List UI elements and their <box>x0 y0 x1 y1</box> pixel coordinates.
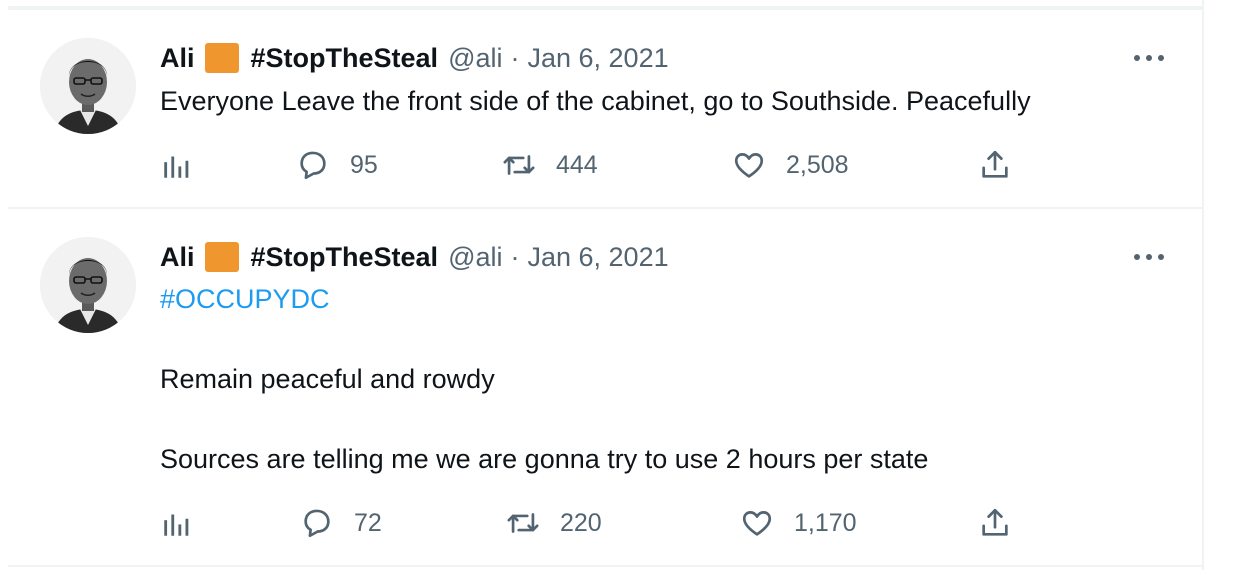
more-icon[interactable] <box>1134 54 1164 62</box>
user-handle[interactable]: @ali <box>448 43 502 74</box>
share-button[interactable] <box>978 145 1012 185</box>
like-icon <box>742 511 772 536</box>
tweet-date[interactable]: Jan 6, 2021 <box>527 43 668 74</box>
flag-emoji-icon <box>204 242 239 272</box>
like-icon <box>734 153 764 178</box>
reply-count: 95 <box>350 150 378 179</box>
display-name[interactable]: Ali <box>160 43 195 74</box>
analytics-icon <box>164 156 189 178</box>
retweet-count: 220 <box>560 508 602 537</box>
analytics-button[interactable] <box>160 503 194 543</box>
like-count: 1,170 <box>794 508 857 537</box>
tweet-text: Sources are telling me we are gonna try … <box>160 444 929 474</box>
reply-count: 72 <box>354 508 382 537</box>
hashtag-link[interactable]: #OCCUPYDC <box>160 279 330 319</box>
tweet-actions: 72 220 1,170 <box>160 503 1020 543</box>
like-button[interactable]: 2,508 <box>732 145 849 185</box>
flag-emoji-icon <box>204 43 239 73</box>
analytics-icon <box>164 514 189 536</box>
tweet[interactable]: Ali #StopTheSteal @ali · Jan 6, 2021 Eve… <box>8 10 1202 209</box>
display-name[interactable]: Ali <box>160 242 195 273</box>
display-name-tag[interactable]: #StopTheSteal <box>251 242 439 273</box>
retweet-count: 444 <box>556 150 598 179</box>
user-handle[interactable]: @ali <box>448 242 502 273</box>
more-icon[interactable] <box>1134 253 1164 261</box>
tweet-date[interactable]: Jan 6, 2021 <box>527 242 668 273</box>
timeline-column: Ali #StopTheSteal @ali · Jan 6, 2021 Eve… <box>8 0 1204 570</box>
retweet-button[interactable]: 220 <box>506 503 602 543</box>
avatar[interactable] <box>40 38 136 134</box>
share-icon <box>982 150 1008 178</box>
tweet-header: Ali #StopTheSteal @ali · Jan 6, 2021 <box>160 237 669 277</box>
separator: · <box>510 42 520 73</box>
tweet-actions: 95 444 2,508 <box>160 145 1020 185</box>
retweet-icon <box>507 513 539 533</box>
tweet-text: Everyone Leave the front side of the cab… <box>160 86 1031 116</box>
like-count: 2,508 <box>786 150 849 179</box>
reply-button[interactable]: 72 <box>300 503 382 543</box>
tweet[interactable]: Ali #StopTheSteal @ali · Jan 6, 2021 #OC… <box>8 209 1202 567</box>
like-button[interactable]: 1,170 <box>740 503 857 543</box>
display-name-tag[interactable]: #StopTheSteal <box>251 43 439 74</box>
analytics-button[interactable] <box>160 145 194 185</box>
avatar[interactable] <box>40 237 136 333</box>
tweet-header: Ali #StopTheSteal @ali · Jan 6, 2021 <box>160 38 669 78</box>
share-icon <box>982 508 1008 536</box>
separator: · <box>510 241 520 272</box>
retweet-button[interactable]: 444 <box>502 145 598 185</box>
share-button[interactable] <box>978 503 1012 543</box>
reply-icon <box>304 509 330 538</box>
reply-button[interactable]: 95 <box>296 145 378 185</box>
retweet-icon <box>503 155 535 175</box>
tweet-text: Remain peaceful and rowdy <box>160 364 495 394</box>
reply-icon <box>300 151 326 180</box>
